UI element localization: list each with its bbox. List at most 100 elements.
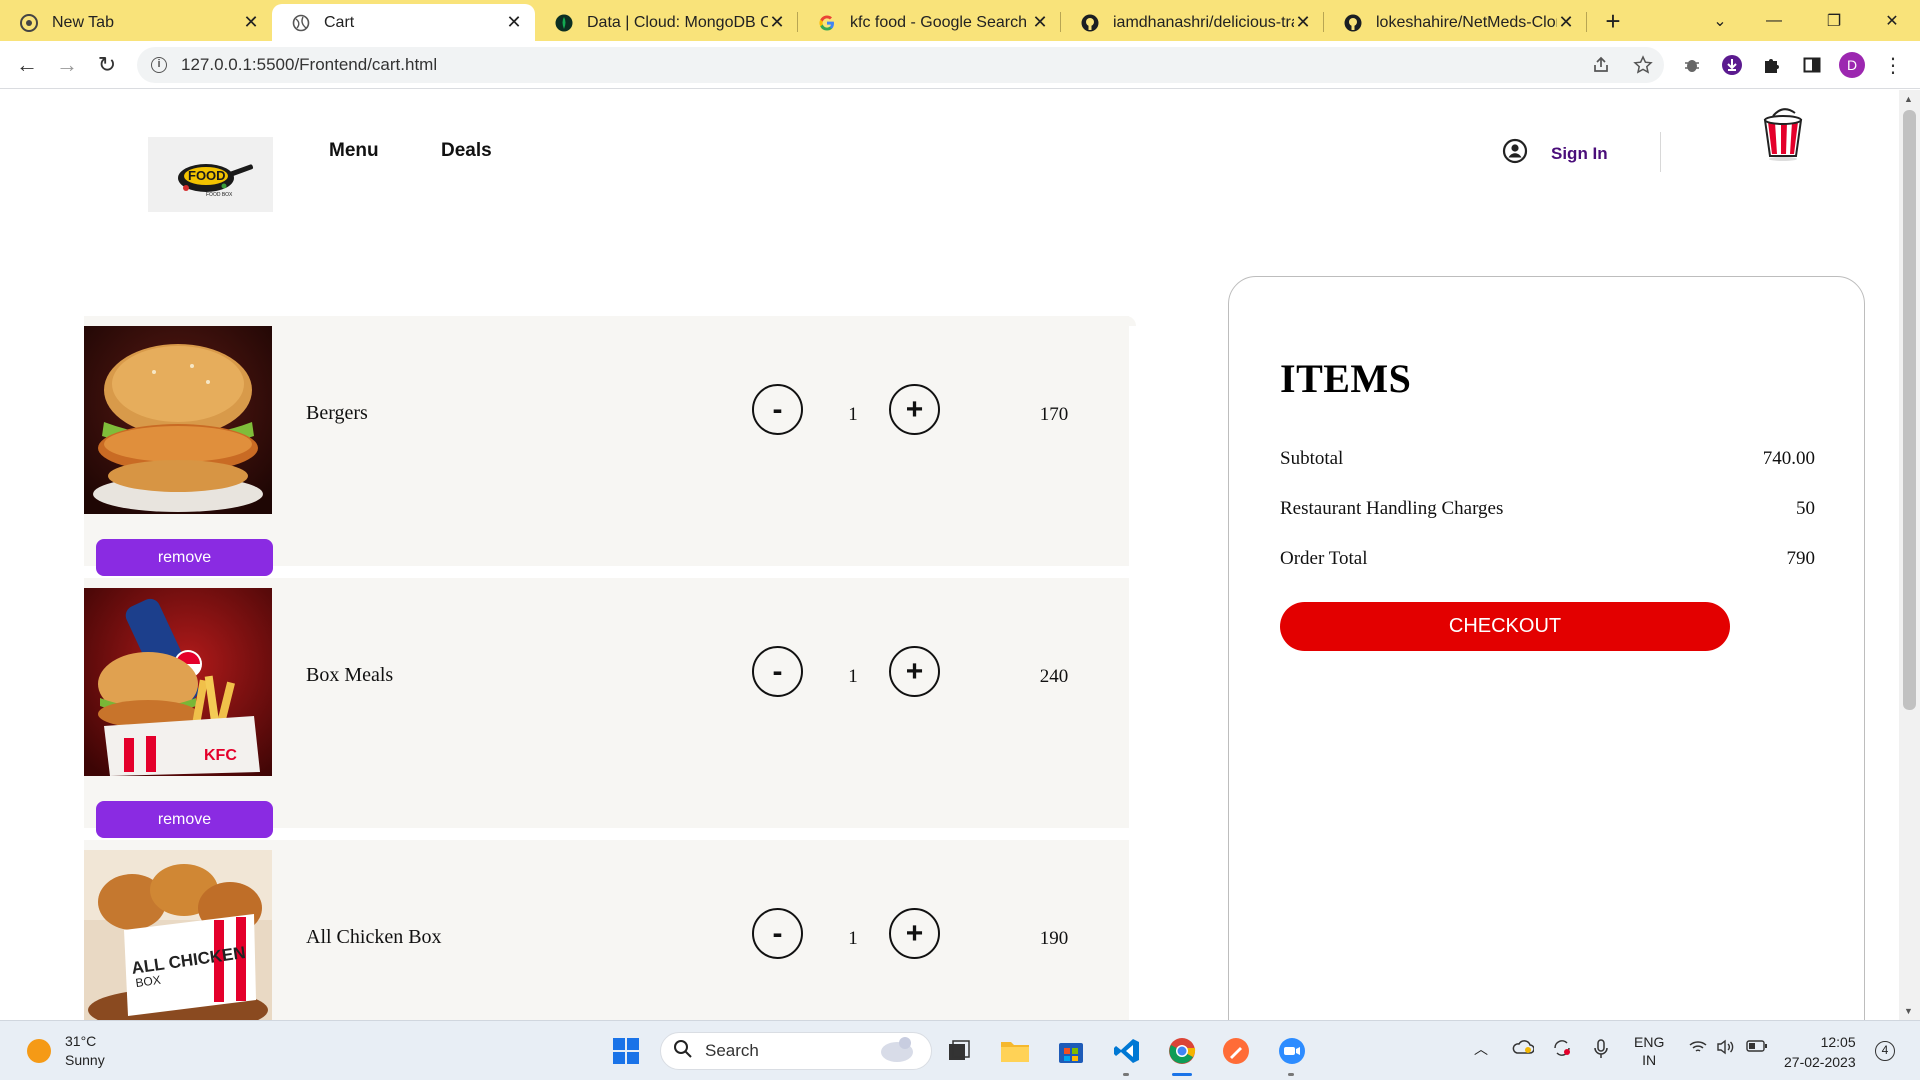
bug-extension-icon[interactable] <box>1679 52 1705 78</box>
tab-search-chevron-icon[interactable]: ⌄ <box>1692 0 1748 41</box>
close-tab-icon[interactable]: ✕ <box>768 12 786 33</box>
box-meal-image: KFC <box>84 588 272 776</box>
close-tab-icon[interactable]: ✕ <box>1294 12 1312 33</box>
scroll-up-arrow-icon[interactable]: ▲ <box>1904 94 1913 104</box>
site-logo[interactable]: FOOD FOOD BOX <box>148 137 273 212</box>
chicken-box-image: ALL CHICKEN BOX <box>84 850 272 1020</box>
sun-icon <box>27 1039 51 1063</box>
search-icon <box>673 1039 693 1064</box>
weather-description: Sunny <box>65 1052 105 1068</box>
close-tab-icon[interactable]: ✕ <box>242 12 260 33</box>
battery-icon[interactable] <box>1746 1039 1768 1056</box>
page-scrollbar[interactable]: ▲ ▼ <box>1899 90 1920 1020</box>
site-info-icon[interactable]: i <box>151 57 167 73</box>
clock-date: 27-02-2023 <box>1784 1054 1856 1070</box>
sync-icon[interactable] <box>1552 1039 1572 1060</box>
back-button[interactable]: ← <box>13 51 41 79</box>
system-clock[interactable]: 12:05 27-02-2023 <box>1784 1032 1856 1072</box>
file-explorer-icon[interactable] <box>999 1035 1031 1067</box>
tab-google-search[interactable]: kfc food - Google Search ✕ <box>798 4 1061 41</box>
address-toolbar: ← → ↻ i 127.0.0.1:5500/Frontend/cart.htm… <box>0 41 1920 89</box>
increase-quantity-button[interactable]: + <box>889 384 940 435</box>
cart-bucket-icon[interactable] <box>1759 104 1807 162</box>
logo-text: FOOD <box>188 168 226 183</box>
reload-button[interactable]: ↻ <box>93 51 121 79</box>
close-window-button[interactable]: ✕ <box>1864 0 1920 41</box>
weather-temperature: 31°C <box>65 1033 97 1049</box>
order-total-value: 790 <box>1786 548 1816 569</box>
profile-initial: D <box>1839 52 1865 78</box>
close-tab-icon[interactable]: ✕ <box>1031 12 1049 33</box>
github-icon <box>1344 14 1362 32</box>
subtotal-label: Subtotal <box>1280 448 1344 469</box>
cart-item-row: remove Bergers - 1 + 170 <box>84 316 1129 576</box>
vscode-icon[interactable] <box>1111 1035 1143 1067</box>
url-bar[interactable]: i 127.0.0.1:5500/Frontend/cart.html <box>137 47 1664 83</box>
chrome-taskbar-icon[interactable] <box>1166 1035 1198 1067</box>
checkout-button[interactable]: CHECKOUT <box>1280 602 1730 651</box>
item-name: All Chicken Box <box>306 926 442 948</box>
tab-title: New Tab <box>52 13 114 31</box>
notification-badge[interactable]: 4 <box>1875 1041 1895 1061</box>
nav-deals-link[interactable]: Deals <box>441 140 492 162</box>
forward-button[interactable]: → <box>53 51 81 79</box>
tab-github-netmeds[interactable]: lokeshahire/NetMeds-Clon ✕ <box>1324 4 1587 41</box>
wifi-icon[interactable] <box>1688 1039 1708 1058</box>
quantity-value: 1 <box>848 666 858 687</box>
restore-button[interactable]: ❐ <box>1806 0 1862 41</box>
volume-icon[interactable] <box>1716 1039 1736 1058</box>
remove-button[interactable]: remove <box>96 801 273 838</box>
language-indicator[interactable]: ENG IN <box>1634 1033 1664 1069</box>
microsoft-store-icon[interactable] <box>1055 1035 1087 1067</box>
onedrive-cloud-icon[interactable] <box>1512 1039 1535 1058</box>
url-text: 127.0.0.1:5500/Frontend/cart.html <box>181 55 438 74</box>
signin-link[interactable]: Sign In <box>1502 138 1608 169</box>
running-indicator <box>1123 1073 1129 1076</box>
quantity-value: 1 <box>848 928 858 949</box>
tab-title: Cart <box>324 13 355 31</box>
kebab-menu-icon[interactable]: ⋮ <box>1880 52 1906 78</box>
download-extension-icon[interactable] <box>1719 52 1745 78</box>
remove-button[interactable]: remove <box>96 539 273 576</box>
side-panel-icon[interactable] <box>1799 52 1825 78</box>
scrollbar-thumb[interactable] <box>1903 110 1916 710</box>
extensions-puzzle-icon[interactable] <box>1759 52 1785 78</box>
taskbar-search[interactable]: Search <box>660 1032 932 1070</box>
minimize-button[interactable]: — <box>1746 0 1802 41</box>
tab-separator <box>1586 12 1587 32</box>
windows-start-icon[interactable] <box>610 1035 642 1067</box>
zoom-icon[interactable] <box>1276 1035 1308 1067</box>
microphone-icon[interactable] <box>1594 1039 1608 1062</box>
tab-cart[interactable]: Cart ✕ <box>272 4 535 41</box>
nav-menu-link[interactable]: Menu <box>329 140 379 162</box>
order-total-label: Order Total <box>1280 548 1368 569</box>
browser-tabstrip: New Tab ✕ Cart ✕ Data | Cloud: MongoDB C… <box>0 0 1920 41</box>
task-view-icon[interactable] <box>943 1035 975 1067</box>
item-price: 240 <box>1039 666 1069 687</box>
windows-taskbar: 31°C Sunny Search ︿ ENG IN 12:05 27-02-2… <box>0 1020 1920 1080</box>
chrome-icon <box>20 13 38 32</box>
weather-widget[interactable]: 31°C Sunny <box>27 1032 105 1070</box>
tab-new-tab[interactable]: New Tab ✕ <box>0 4 272 41</box>
bookmark-star-icon[interactable] <box>1630 52 1656 78</box>
close-tab-icon[interactable]: ✕ <box>1557 12 1575 33</box>
active-app-indicator <box>1172 1073 1192 1076</box>
postman-icon[interactable] <box>1220 1035 1252 1067</box>
new-tab-button[interactable]: + <box>1598 6 1628 36</box>
cart-item-row: ALL CHICKEN BOX All Chicken Box - 1 + 19… <box>84 840 1129 1020</box>
increase-quantity-button[interactable]: + <box>889 646 940 697</box>
scroll-down-arrow-icon[interactable]: ▼ <box>1904 1006 1913 1016</box>
profile-avatar[interactable]: D <box>1839 52 1865 78</box>
decrease-quantity-button[interactable]: - <box>752 908 803 959</box>
close-tab-icon[interactable]: ✕ <box>505 12 523 33</box>
subtotal-value: 740.00 <box>1762 448 1815 469</box>
increase-quantity-button[interactable]: + <box>889 908 940 959</box>
tab-mongodb[interactable]: Data | Cloud: MongoDB Clo ✕ <box>535 4 798 41</box>
tab-separator <box>1323 12 1324 32</box>
share-icon[interactable] <box>1588 52 1614 78</box>
signin-label: Sign In <box>1551 143 1608 163</box>
decrease-quantity-button[interactable]: - <box>752 384 803 435</box>
tab-github-delicious[interactable]: iamdhanashri/delicious-tra ✕ <box>1061 4 1324 41</box>
decrease-quantity-button[interactable]: - <box>752 646 803 697</box>
show-hidden-icons-chevron-icon[interactable]: ︿ <box>1474 1039 1488 1059</box>
